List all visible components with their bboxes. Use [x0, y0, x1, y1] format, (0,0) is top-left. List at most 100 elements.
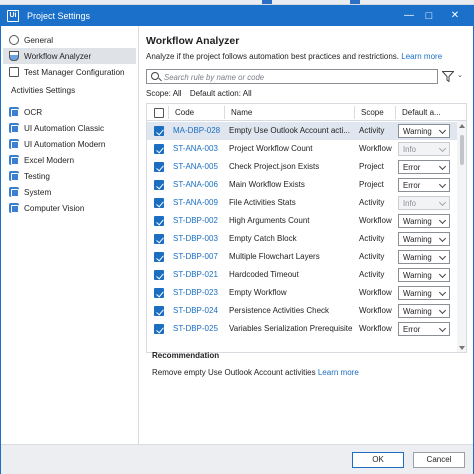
project-settings-window: Ui Project Settings — □ ✕ General Workflo… [0, 5, 474, 474]
rule-name: Empty Catch Block [229, 234, 297, 243]
scroll-up-icon[interactable] [459, 124, 465, 128]
minimize-button[interactable]: — [401, 8, 417, 24]
default-action-select[interactable]: Warning [398, 232, 450, 246]
table-row[interactable]: ST-DBP-021 Hardcoded Timeout Activity Warni… [147, 266, 457, 284]
rule-enabled-checkbox[interactable] [154, 216, 164, 226]
settings-sidebar: General Workflow Analyzer Test Manager Con… [1, 26, 139, 444]
default-action-select[interactable]: Error [398, 178, 450, 192]
column-header-name[interactable]: Name [231, 108, 252, 117]
uipath-app-icon: Ui [7, 10, 19, 22]
learn-more-link[interactable]: Learn more [401, 52, 442, 61]
scroll-down-icon[interactable] [459, 346, 465, 350]
chevron-down-icon [438, 252, 447, 261]
default-action-select[interactable]: Warning [398, 124, 450, 138]
rule-enabled-checkbox[interactable] [154, 306, 164, 316]
rule-enabled-checkbox[interactable] [154, 270, 164, 280]
rule-name: High Arguments Count [229, 216, 310, 225]
table-scrollbar[interactable] [457, 121, 466, 352]
rule-enabled-checkbox[interactable] [154, 234, 164, 244]
table-row[interactable]: ST-ANA-006 Main Workflow Exists Project Err… [147, 176, 457, 194]
column-header-default-action[interactable]: Default a... [402, 108, 441, 117]
default-action-select[interactable]: Error [398, 160, 450, 174]
rule-scope: Project [359, 162, 384, 171]
column-header-scope[interactable]: Scope [361, 108, 384, 117]
page-description: Analyze if the project follows automatio… [146, 52, 442, 61]
ok-button[interactable]: OK [352, 452, 404, 468]
default-action-select[interactable]: Error [398, 322, 450, 336]
table-row[interactable]: ST-ANA-009 File Activities Stats Activity I… [147, 194, 457, 212]
recommendation-learn-more-link[interactable]: Learn more [318, 368, 359, 377]
column-divider [354, 106, 355, 119]
sidebar-item-ocr[interactable]: OCR [3, 104, 136, 120]
close-button[interactable]: ✕ [447, 8, 463, 24]
page-title: Workflow Analyzer [146, 35, 240, 47]
table-row[interactable]: ST-ANA-005 Check Project.json Exists Proje… [147, 158, 457, 176]
rule-enabled-checkbox[interactable] [154, 198, 164, 208]
default-action-select[interactable]: Warning [398, 304, 450, 318]
scrollbar-thumb[interactable] [460, 135, 464, 165]
table-row[interactable]: ST-DBP-024 Persistence Activities Check Wo… [147, 302, 457, 320]
rule-code: MA-DBP-028 [173, 126, 221, 135]
column-header-code[interactable]: Code [175, 108, 194, 117]
default-action-select[interactable]: Warning [398, 250, 450, 264]
sidebar-item-general[interactable]: General [3, 32, 136, 48]
rule-name: Hardcoded Timeout [229, 270, 299, 279]
rule-enabled-checkbox[interactable] [154, 324, 164, 334]
activity-icon [9, 203, 19, 213]
flask-icon [9, 51, 19, 61]
chevron-down-icon[interactable]: ⌄ [457, 71, 463, 79]
default-action-select[interactable]: Warning [398, 268, 450, 282]
default-action-value: Info [403, 199, 417, 208]
default-action-value: Error [403, 325, 421, 334]
sidebar-item-system[interactable]: System [3, 184, 136, 200]
select-all-checkbox[interactable] [154, 108, 164, 118]
sidebar-item-computer-vision[interactable]: Computer Vision [3, 200, 136, 216]
rule-code: ST-DBP-023 [173, 288, 218, 297]
recommendation-text: Remove empty Use Outlook Account activit… [152, 368, 359, 377]
rule-name: Multiple Flowchart Layers [229, 252, 320, 261]
active-filters: Scope: All Default action: All [146, 89, 258, 98]
rule-enabled-checkbox[interactable] [154, 162, 164, 172]
sidebar-item-testing[interactable]: Testing [3, 168, 136, 184]
rule-enabled-checkbox[interactable] [154, 126, 164, 136]
table-row[interactable]: ST-ANA-003 Project Workflow Count Workflow… [147, 140, 457, 158]
rule-enabled-checkbox[interactable] [154, 144, 164, 154]
activity-icon [9, 107, 19, 117]
default-action-value: Error [403, 163, 421, 172]
rule-scope: Workflow [359, 288, 392, 297]
rules-table: Code Name Scope Default a... MA-DBP-028 E… [146, 103, 467, 353]
default-action-select[interactable]: Warning [398, 214, 450, 228]
sidebar-item-workflow-analyzer[interactable]: Workflow Analyzer [3, 48, 136, 64]
rule-code: ST-DBP-021 [173, 270, 218, 279]
default-action-value: Warning [403, 289, 432, 298]
default-action-select: Info [398, 142, 450, 156]
sidebar-item-ui-automation-modern[interactable]: UI Automation Modern [3, 136, 136, 152]
maximize-button[interactable]: □ [421, 8, 437, 24]
table-row[interactable]: MA-DBP-028 Empty Use Outlook Account acti… [147, 122, 457, 140]
sidebar-item-label: Testing [24, 171, 50, 181]
table-row[interactable]: ST-DBP-023 Empty Workflow Workflow Warning [147, 284, 457, 302]
search-input[interactable]: Search rule by name or code [146, 69, 438, 84]
table-row[interactable]: ST-DBP-002 High Arguments Count Workflow Wa… [147, 212, 457, 230]
activity-icon [9, 171, 19, 181]
default-action-value: Error [403, 181, 421, 190]
sidebar-item-ui-automation-classic[interactable]: UI Automation Classic [3, 120, 136, 136]
chevron-down-icon [438, 162, 447, 171]
default-action-select[interactable]: Warning [398, 286, 450, 300]
sidebar-item-excel-modern[interactable]: Excel Modern [3, 152, 136, 168]
rule-name: Empty Use Outlook Account acti... [229, 126, 350, 135]
rule-enabled-checkbox[interactable] [154, 288, 164, 298]
rule-code: ST-DBP-025 [173, 324, 218, 333]
table-row[interactable]: ST-DBP-003 Empty Catch Block Activity Warni… [147, 230, 457, 248]
activity-icon [9, 123, 19, 133]
table-row[interactable]: ST-DBP-025 Variables Serialization Prereq… [147, 320, 457, 338]
cancel-button[interactable]: Cancel [413, 452, 465, 468]
rule-code: ST-ANA-005 [173, 162, 218, 171]
filter-icon[interactable] [442, 71, 454, 82]
rule-scope: Workflow [359, 306, 392, 315]
rule-name: Check Project.json Exists [229, 162, 320, 171]
sidebar-item-test-manager-configuration[interactable]: Test Manager Configuration [3, 64, 136, 80]
table-row[interactable]: ST-DBP-007 Multiple Flowchart Layers Activ… [147, 248, 457, 266]
rule-enabled-checkbox[interactable] [154, 180, 164, 190]
rule-enabled-checkbox[interactable] [154, 252, 164, 262]
